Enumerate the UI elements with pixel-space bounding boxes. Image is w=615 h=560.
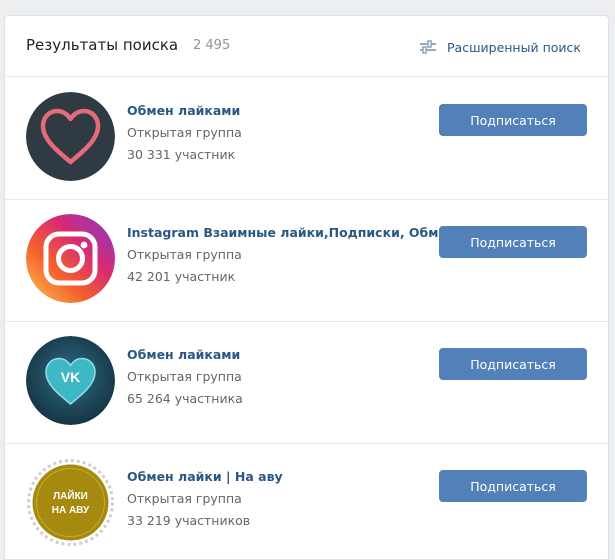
svg-text:НА АВУ: НА АВУ xyxy=(52,505,90,516)
group-avatar[interactable] xyxy=(26,92,115,181)
group-type: Открытая группа xyxy=(127,369,242,384)
search-results-panel: Результаты поиска 2 495 Расширенный поис… xyxy=(4,15,609,560)
result-row: VK Обмен лайками Открытая группа 65 264 … xyxy=(5,321,608,444)
sliders-icon xyxy=(419,40,437,54)
result-info: Обмен лайками Открытая группа 30 331 уча… xyxy=(127,102,242,163)
advanced-search-link[interactable]: Расширенный поиск xyxy=(419,37,581,57)
group-name-link[interactable]: Обмен лайками xyxy=(127,346,243,363)
advanced-search-label: Расширенный поиск xyxy=(447,39,581,55)
group-members: 65 264 участника xyxy=(127,391,243,406)
group-members: 42 201 участник xyxy=(127,269,236,284)
results-title: Результаты поиска xyxy=(26,36,179,54)
result-info: Обмен лайки | На аву Открытая группа 33 … xyxy=(127,468,283,529)
group-name-link[interactable]: Обмен лайками xyxy=(127,102,242,119)
vk-heart-logo-icon: VK xyxy=(26,336,115,425)
group-type: Открытая группа xyxy=(127,491,242,506)
results-header: Результаты поиска 2 495 Расширенный поис… xyxy=(5,16,608,77)
svg-text:VK: VK xyxy=(61,369,80,385)
instagram-logo-icon xyxy=(26,214,115,303)
result-row: Instagram Взаимные лайки,Подписки, Обмен… xyxy=(5,199,608,322)
group-type: Открытая группа xyxy=(127,247,242,262)
subscribe-button[interactable]: Подписаться xyxy=(439,104,587,136)
result-info: Обмен лайками Открытая группа 65 264 уча… xyxy=(127,346,243,407)
group-members: 30 331 участник xyxy=(127,147,236,162)
group-avatar[interactable]: ЛАЙКИ НА АВУ xyxy=(26,458,115,547)
group-name-link[interactable]: Instagram Взаимные лайки,Подписки, Обмен xyxy=(127,224,456,241)
group-avatar[interactable] xyxy=(26,214,115,303)
results-count: 2 495 xyxy=(193,38,231,53)
subscribe-button[interactable]: Подписаться xyxy=(439,348,587,380)
seal-badge-icon: ЛАЙКИ НА АВУ xyxy=(26,458,115,547)
result-row: ЛАЙКИ НА АВУ Обмен лайки | На аву Открыт… xyxy=(5,443,608,559)
group-type: Открытая группа xyxy=(127,125,242,140)
svg-text:ЛАЙКИ: ЛАЙКИ xyxy=(53,489,88,502)
subscribe-button[interactable]: Подписаться xyxy=(439,226,587,258)
group-name-link[interactable]: Обмен лайки | На аву xyxy=(127,468,283,485)
heart-logo-icon xyxy=(26,92,115,181)
subscribe-button[interactable]: Подписаться xyxy=(439,470,587,502)
result-info: Instagram Взаимные лайки,Подписки, Обмен… xyxy=(127,224,456,285)
group-avatar[interactable]: VK xyxy=(26,336,115,425)
group-members: 33 219 участников xyxy=(127,513,251,528)
result-row: Обмен лайками Открытая группа 30 331 уча… xyxy=(5,77,608,200)
